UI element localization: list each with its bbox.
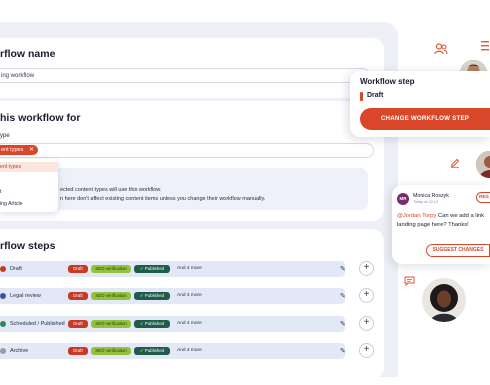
user-avatar <box>476 151 490 178</box>
workflow-name-input[interactable]: ing workflow <box>0 68 370 83</box>
change-workflow-step-button[interactable]: CHANGE WORKFLOW STEP <box>360 108 490 130</box>
users-icon <box>434 43 448 55</box>
content-type-chip[interactable]: ent types ✕ <box>0 145 38 155</box>
tag-seo: SEO verification <box>91 292 131 300</box>
list-icon <box>481 41 489 51</box>
workflow-name-card: rflow name ing workflow <box>0 38 384 98</box>
current-step-label: Draft <box>367 92 384 99</box>
more-label: And 4 more <box>177 348 202 353</box>
content-type-input[interactable] <box>0 143 374 158</box>
edit-icon[interactable]: ✎ <box>340 347 346 355</box>
tag-draft: Draft <box>68 347 88 355</box>
step-row-archive[interactable]: Archive Draft SEO verification ✓ Publish… <box>0 343 346 359</box>
tag-seo: SEO verification <box>91 265 131 273</box>
add-step-button[interactable]: + <box>359 261 374 276</box>
edit-icon[interactable]: ✎ <box>340 320 346 328</box>
dropdown-option[interactable]: t <box>0 189 1 195</box>
tag-seo: SEO verification <box>91 347 131 355</box>
comment-time: Today at 22:12 <box>413 200 438 204</box>
tag-draft: Draft <box>68 265 88 273</box>
step-row-draft[interactable]: Draft Draft SEO verification ✓ Published… <box>0 261 346 277</box>
comment-avatar: MR <box>397 193 409 205</box>
edit-icon[interactable]: ✎ <box>340 265 346 273</box>
dropdown-option[interactable]: ing Article <box>0 201 23 207</box>
add-step-button[interactable]: + <box>359 316 374 331</box>
tag-published: ✓ Published <box>134 347 170 355</box>
tag-draft: Draft <box>68 320 88 328</box>
tag-published: ✓ Published <box>134 292 170 300</box>
chat-icon <box>404 276 415 286</box>
step-dot <box>0 321 6 327</box>
tag-published: ✓ Published <box>134 320 170 328</box>
info-line-2: n here don't affect existing content ite… <box>60 196 266 202</box>
add-step-button[interactable]: + <box>359 343 374 358</box>
step-row-scheduled[interactable]: Scheduled / Published Draft SEO verifica… <box>0 316 346 332</box>
dropdown-option[interactable]: ent types <box>0 162 58 172</box>
chip-label: ent types <box>1 147 24 153</box>
step-row-legal-review[interactable]: Legal review Draft SEO verification ✓ Pu… <box>0 288 346 304</box>
pencil-icon <box>450 158 460 168</box>
step-name: Draft <box>10 266 22 272</box>
comment-mention[interactable]: @Jordan Torpy <box>397 213 436 219</box>
resolve-button[interactable]: RES <box>476 192 490 203</box>
content-type-dropdown: ent types t ing Article <box>0 159 58 212</box>
suggest-changes-button[interactable]: SUGGEST CHANGES <box>426 244 490 257</box>
comment-card: MR Monica Roszyk Today at 22:12 RES @Jor… <box>392 185 490 264</box>
content-type-label: ype <box>0 133 10 139</box>
step-dot <box>0 266 6 272</box>
chip-close-icon[interactable]: ✕ <box>29 145 34 155</box>
comment-body: @Jordan Torpy Can we add a link landing … <box>397 212 489 230</box>
step-dot <box>0 348 6 354</box>
tag-published: ✓ Published <box>134 265 170 273</box>
workflow-steps-card: rflow steps Draft Draft SEO verification… <box>0 229 384 379</box>
step-dot <box>0 293 6 299</box>
workflow-steps-heading: rflow steps <box>0 240 56 252</box>
edit-icon[interactable]: ✎ <box>340 292 346 300</box>
more-label: And 4 more <box>177 321 202 326</box>
workflow-name-heading: rflow name <box>0 48 56 60</box>
step-name: Legal review <box>10 293 41 299</box>
comment-author: Monica Roszyk <box>413 193 449 199</box>
more-label: And 4 more <box>177 266 202 271</box>
workflow-step-title: Workflow step <box>360 77 415 86</box>
workflow-name-value: ing workflow <box>1 73 35 79</box>
step-name: Archive <box>10 348 29 354</box>
workflow-step-popover: Workflow step Draft CHANGE WORKFLOW STEP <box>350 71 490 137</box>
more-label: And 4 more <box>177 293 202 298</box>
step-name: Scheduled / Published <box>10 321 65 327</box>
step-color-bar <box>360 92 363 101</box>
tag-seo: SEO verification <box>91 320 131 328</box>
user-avatar <box>422 278 466 322</box>
enable-for-heading: his workflow for <box>0 112 81 124</box>
add-step-button[interactable]: + <box>359 288 374 303</box>
info-line-1: ected content types will use this workfl… <box>60 187 162 193</box>
tag-draft: Draft <box>68 292 88 300</box>
